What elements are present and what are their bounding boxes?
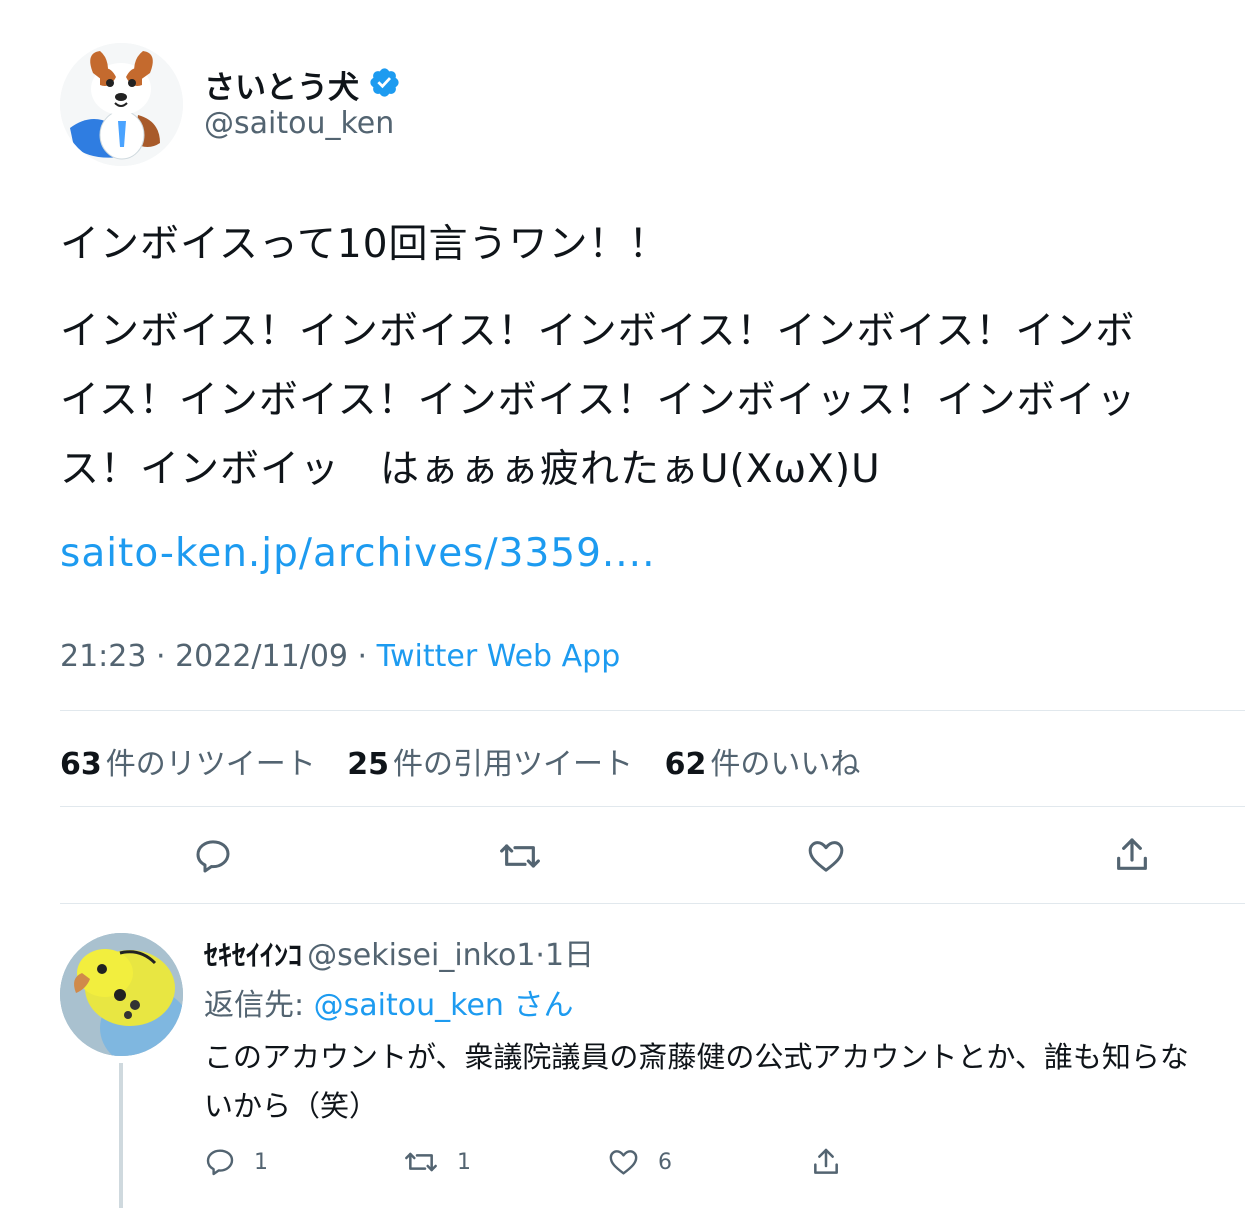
share-icon[interactable] [1112,834,1152,876]
tweet-text-line2: インボイス！インボイス！インボイス！インボイス！インボ [60,309,1136,354]
reply-retweet-action[interactable]: 1 [403,1146,471,1178]
reply-author-avatar[interactable] [60,933,183,1056]
reply-header: ｾｷｾｲｲﾝｺ @sekisei_inko1·1日 [204,930,594,974]
quotes-stat[interactable]: 25 件の引用ツイート [347,747,633,782]
reply-count: 1 [254,1149,268,1175]
tweet-stats: 63 件のリツイート 25 件の引用ツイート 62 件のいいね [60,739,882,783]
author-handle[interactable]: @saitou_ken [204,106,394,141]
retweets-stat[interactable]: 63 件のリツイート [60,747,316,782]
share-icon [814,1148,838,1174]
reply-share-action[interactable] [810,1145,842,1183]
divider [60,710,1245,711]
reply-like-count: 6 [658,1149,672,1175]
tweet-text-line3: イス！インボイス！インボイス！インボイッス！インボイッ [60,378,1137,423]
reply-icon [206,1149,234,1176]
divider [60,903,1245,904]
like-icon[interactable] [805,836,847,876]
divider [60,806,1245,807]
reply-icon[interactable] [193,836,233,876]
verified-badge-icon [368,66,401,99]
retweet-icon [405,1152,437,1172]
author-avatar[interactable] [60,43,183,166]
tweet-meta: 21:23 · 2022/11/09 · Twitter Web App [60,639,621,674]
tweet-source[interactable]: Twitter Web App [377,639,621,674]
replying-to: 返信先: @saitou_ken さん [204,988,574,1023]
tweet-link[interactable]: saito-ken.jp/archives/3359.... [60,519,655,588]
tweet-date[interactable]: 2022/11/09 [175,639,348,674]
parakeet-image [60,933,183,1056]
like-icon [609,1150,638,1175]
thread-line [119,1063,123,1208]
reply-author-name[interactable]: ｾｷｾｲｲﾝｺ [204,939,302,972]
dog-mascot-image [60,43,183,166]
retweet-icon[interactable] [498,836,542,876]
tweet-time[interactable]: 21:23 [60,639,146,674]
reply-time[interactable]: ·1日 [535,938,594,973]
tweet-text-line4: ス！インボイッ はぁぁぁ疲れたぁU(XωX)U [60,447,881,492]
tweet-text-line1: インボイスって10回言うワン！！ [60,222,669,267]
replying-to-handle[interactable]: @saitou_ken [314,988,504,1023]
author-name[interactable]: さいとう犬 [204,62,359,107]
reply-like-action[interactable]: 6 [607,1146,672,1178]
likes-stat[interactable]: 62 件のいいね [665,747,861,782]
reply-retweet-count: 1 [457,1149,471,1175]
reply-text-line1: このアカウントが、衆議院議員の斎藤健の公式アカウントとか、誰も知らな [204,1040,1189,1074]
reply-author-handle[interactable]: @sekisei_inko1 [307,938,535,973]
reply-text-line2: いから（笑） [204,1089,379,1123]
reply-reply-action[interactable]: 1 [204,1146,268,1178]
